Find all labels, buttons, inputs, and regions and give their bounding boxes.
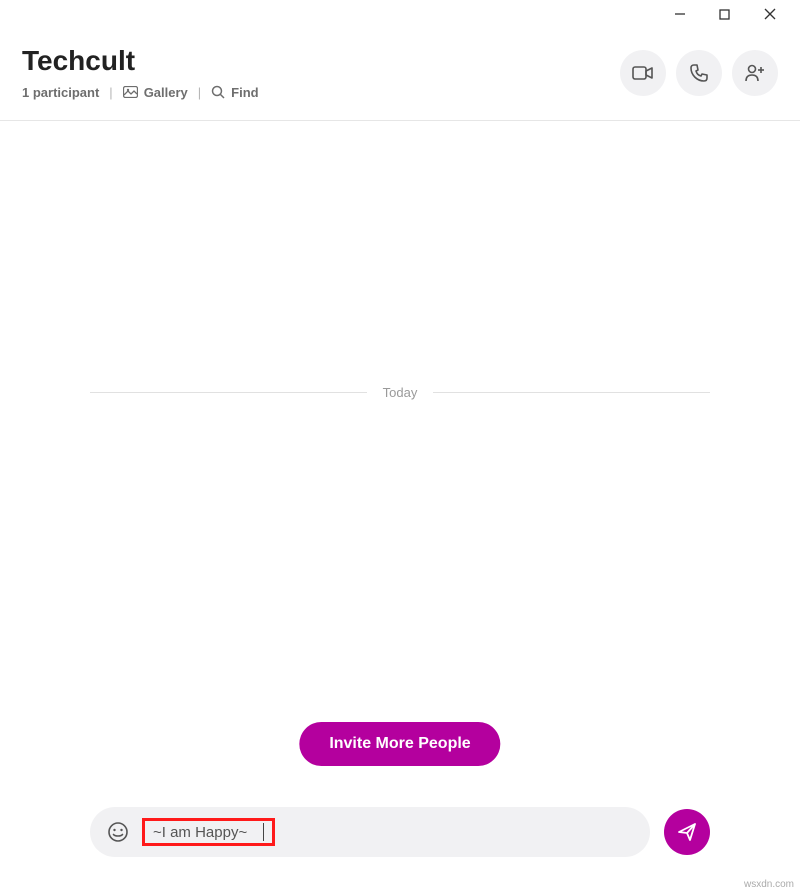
video-call-button[interactable] [620,50,666,96]
message-input-container[interactable] [90,807,650,857]
window-controls [0,0,800,28]
gallery-icon [123,86,138,98]
gallery-label: Gallery [144,85,188,100]
send-button[interactable] [664,809,710,855]
phone-icon [689,63,709,83]
emoji-button[interactable] [106,820,130,844]
add-participant-button[interactable] [732,50,778,96]
close-icon [764,8,776,20]
maximize-icon [719,9,730,20]
minimize-button[interactable] [657,2,702,26]
participants-label: 1 participant [22,85,99,100]
watermark: wsxdn.com [744,879,794,890]
conversation-header: Techcult 1 participant | Gallery | Find [0,28,800,121]
date-divider: Today [90,385,710,400]
text-cursor [263,823,264,841]
audio-call-button[interactable] [676,50,722,96]
date-label: Today [383,385,418,400]
separator: | [109,85,112,100]
divider-line [433,392,710,393]
invite-more-people-button[interactable]: Invite More People [299,722,500,766]
maximize-button[interactable] [702,2,747,26]
add-user-icon [744,63,766,83]
header-info: Techcult 1 participant | Gallery | Find [22,46,259,100]
participants-link[interactable]: 1 participant [22,85,99,100]
divider-line [90,392,367,393]
video-icon [632,65,654,81]
header-actions [620,50,778,96]
chat-body: Today Invite More People [0,121,800,811]
message-input[interactable] [153,824,263,841]
input-highlight-annotation [142,818,275,846]
separator: | [198,85,201,100]
find-label: Find [231,85,258,100]
gallery-link[interactable]: Gallery [123,85,188,100]
close-button[interactable] [747,2,792,26]
header-meta: 1 participant | Gallery | Find [22,85,259,100]
minimize-icon [674,8,686,20]
emoji-icon [106,820,130,844]
find-link[interactable]: Find [211,85,258,100]
search-icon [211,85,225,99]
chat-title: Techcult [22,46,259,77]
message-composer [90,807,710,857]
send-icon [676,821,698,843]
